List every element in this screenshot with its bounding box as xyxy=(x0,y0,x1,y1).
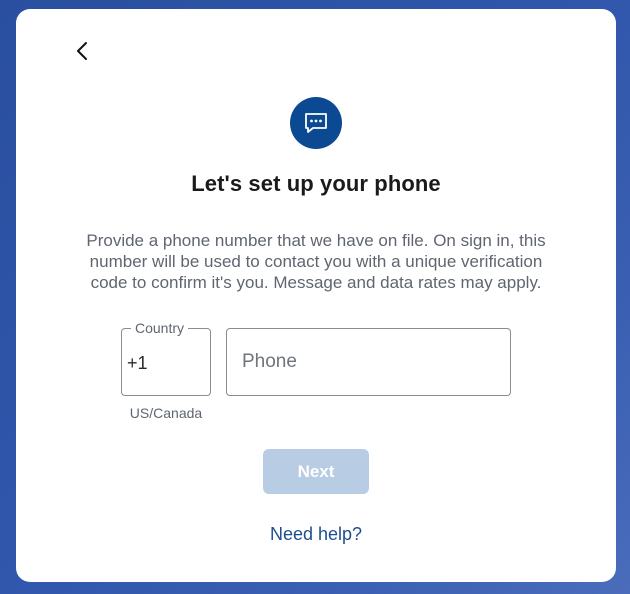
setup-phone-card: Let's set up your phone Provide a phone … xyxy=(16,9,616,582)
phone-badge xyxy=(290,97,342,149)
description-text: Provide a phone number that we have on f… xyxy=(86,231,546,292)
country-label: Country xyxy=(131,320,189,336)
country-hint: US/Canada xyxy=(129,405,203,421)
back-button[interactable] xyxy=(68,37,96,65)
chat-message-icon xyxy=(305,113,327,133)
next-button[interactable]: Next xyxy=(263,449,369,494)
need-help-link[interactable]: Need help? xyxy=(16,524,616,545)
phone-input[interactable] xyxy=(226,328,511,396)
country-code-select[interactable]: Country +1 xyxy=(121,320,211,396)
country-code-value: +1 xyxy=(127,353,148,373)
page-title: Let's set up your phone xyxy=(191,171,441,196)
chevron-left-icon xyxy=(77,42,87,60)
